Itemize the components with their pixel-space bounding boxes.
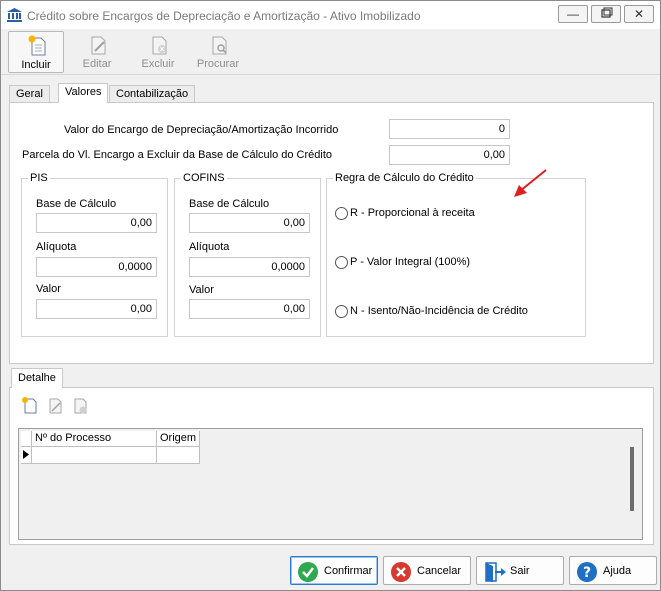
- close-icon: ✕: [633, 7, 645, 21]
- cancelar-label: Cancelar: [417, 565, 462, 577]
- radio-p[interactable]: [335, 256, 348, 269]
- confirmar-label: Confirmar: [324, 565, 373, 577]
- restore-icon: [601, 7, 613, 18]
- excluir-button[interactable]: Excluir: [130, 31, 186, 73]
- cofins-valor-field[interactable]: 0,00: [189, 299, 310, 319]
- pis-valor-label: Valor: [36, 283, 61, 295]
- valor-encargo-field[interactable]: 0: [389, 119, 510, 139]
- search-document-icon: [212, 36, 227, 55]
- detalhe-grid[interactable]: Nº do Processo Origem: [18, 428, 643, 540]
- pis-title: PIS: [28, 172, 50, 184]
- new-document-icon: [28, 35, 46, 56]
- title-bar: Crédito sobre Encargos de Depreciação e …: [1, 1, 660, 29]
- column-header-processo[interactable]: Nº do Processo: [32, 431, 157, 447]
- pis-valor-field[interactable]: 0,00: [36, 299, 157, 319]
- radio-r[interactable]: [335, 207, 348, 220]
- procurar-button[interactable]: Procurar: [190, 31, 246, 73]
- valor-encargo-label: Valor do Encargo de Depreciação/Amortiza…: [64, 124, 339, 136]
- cofins-group: COFINS Base de Cálculo 0,00 Alíquota 0,0…: [174, 172, 321, 337]
- ajuda-button[interactable]: ? Ajuda: [569, 556, 657, 585]
- row-indicator: [21, 447, 32, 464]
- red-arrow-annotation: [514, 169, 547, 197]
- valores-panel: Valor do Encargo de Depreciação/Amortiza…: [9, 102, 654, 364]
- cofins-valor-label: Valor: [189, 284, 214, 296]
- minimize-icon: —: [567, 7, 579, 21]
- column-header-origem[interactable]: Origem: [157, 431, 200, 447]
- add-detail-icon[interactable]: [20, 396, 40, 416]
- grid-vertical-scrollbar[interactable]: [624, 429, 642, 539]
- editar-label: Editar: [82, 58, 112, 70]
- radio-p-label: P - Valor Integral (100%): [350, 256, 471, 268]
- window-title: Crédito sobre Encargos de Depreciação e …: [27, 9, 421, 23]
- parcela-field[interactable]: 0,00: [389, 145, 510, 165]
- delete-document-icon: [152, 36, 167, 55]
- ajuda-label: Ajuda: [603, 565, 632, 577]
- cell-processo[interactable]: [32, 447, 157, 464]
- tab-valores[interactable]: Valores: [58, 83, 109, 103]
- pis-group: PIS Base de Cálculo 0,00 Alíquota 0,0000…: [21, 172, 168, 337]
- close-window-button[interactable]: ✕: [624, 5, 654, 23]
- pis-aliquota-field[interactable]: 0,0000: [36, 257, 157, 277]
- cancelar-button[interactable]: Cancelar: [383, 556, 471, 585]
- procurar-label: Procurar: [196, 58, 240, 70]
- edit-document-icon: [91, 36, 106, 55]
- incluir-label: Incluir: [21, 59, 51, 71]
- pis-base-field[interactable]: 0,00: [36, 213, 157, 233]
- svg-text:?: ?: [583, 565, 591, 581]
- minimize-button[interactable]: —: [558, 5, 588, 23]
- restore-button[interactable]: [591, 5, 621, 23]
- radio-r-label: R - Proporcional à receita: [350, 207, 475, 219]
- cancel-circle-icon: [391, 562, 411, 582]
- tab-detalhe[interactable]: Detalhe: [11, 368, 63, 388]
- sair-button[interactable]: Sair: [476, 556, 564, 585]
- cell-origem[interactable]: [157, 447, 200, 464]
- regra-group: Regra de Cálculo do Crédito R - Proporci…: [326, 172, 586, 337]
- radio-n-label: N - Isento/Não-Incidência de Crédito: [350, 305, 528, 317]
- incluir-button[interactable]: Incluir: [8, 31, 64, 73]
- cofins-base-label: Base de Cálculo: [189, 198, 270, 210]
- toolbar: Incluir Editar Excluir Procurar: [1, 29, 660, 75]
- detalhe-panel: Nº do Processo Origem: [9, 387, 654, 545]
- sair-label: Sair: [510, 565, 530, 577]
- pis-base-label: Base de Cálculo: [36, 198, 117, 210]
- cofins-aliquota-label: Alíquota: [189, 241, 230, 253]
- current-row-arrow-icon: [23, 450, 29, 459]
- parcela-label: Parcela do Vl. Encargo a Excluir da Base…: [22, 149, 333, 161]
- excluir-label: Excluir: [141, 58, 175, 70]
- building-app-icon: [7, 8, 22, 22]
- radio-n[interactable]: [335, 305, 348, 318]
- cofins-title: COFINS: [181, 172, 227, 184]
- help-circle-icon: ?: [577, 562, 597, 582]
- delete-detail-icon[interactable]: [70, 396, 90, 416]
- cofins-aliquota-field[interactable]: 0,0000: [189, 257, 310, 277]
- pis-aliquota-label: Alíquota: [36, 241, 77, 253]
- edit-detail-icon[interactable]: [45, 396, 65, 416]
- exit-door-icon: [485, 562, 506, 582]
- tab-contabilizacao[interactable]: Contabilização: [109, 85, 196, 103]
- editar-button[interactable]: Editar: [69, 31, 125, 73]
- row-indicator-header: [21, 431, 32, 447]
- tab-geral[interactable]: Geral: [9, 85, 50, 103]
- confirmar-button[interactable]: Confirmar: [290, 556, 378, 585]
- main-window: Crédito sobre Encargos de Depreciação e …: [0, 0, 661, 591]
- scrollbar-thumb[interactable]: [630, 447, 634, 511]
- check-circle-icon: [298, 562, 318, 582]
- cofins-base-field[interactable]: 0,00: [189, 213, 310, 233]
- regra-title: Regra de Cálculo do Crédito: [333, 172, 476, 184]
